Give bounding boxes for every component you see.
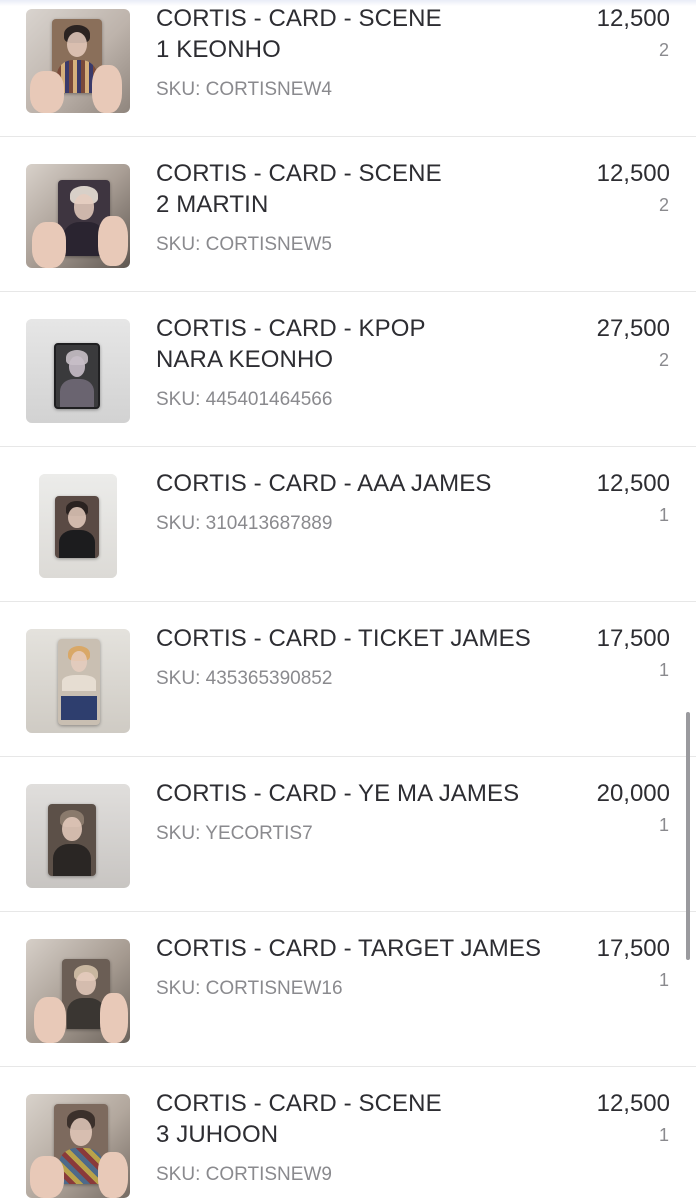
- product-price: 12,500: [596, 470, 670, 497]
- product-price: 12,500: [596, 1090, 670, 1117]
- product-thumbnail[interactable]: [26, 9, 130, 113]
- product-title[interactable]: CORTIS - CARD - KPOP NARA KEONHO: [156, 313, 576, 375]
- product-title[interactable]: CORTIS - CARD - YE MA JAMES: [156, 778, 576, 809]
- product-title[interactable]: CORTIS - CARD - TICKET JAMES: [156, 623, 576, 654]
- product-price: 12,500: [596, 5, 670, 32]
- product-sku: SKU: CORTISNEW5: [156, 234, 332, 255]
- order-item-row[interactable]: CORTIS - CARD - YE MA JAMES SKU: YECORTI…: [0, 757, 696, 912]
- product-sku: SKU: CORTISNEW16: [156, 978, 343, 999]
- order-item-row[interactable]: CORTIS - CARD - SCENE 2 MARTIN SKU: CORT…: [0, 137, 696, 292]
- product-thumbnail[interactable]: [26, 939, 130, 1043]
- product-title[interactable]: CORTIS - CARD - SCENE 2 MARTIN: [156, 158, 576, 220]
- order-item-row[interactable]: CORTIS - CARD - TARGET JAMES SKU: CORTIS…: [0, 912, 696, 1067]
- product-thumbnail[interactable]: [26, 319, 130, 423]
- product-price: 27,500: [596, 315, 670, 342]
- order-item-row[interactable]: CORTIS - CARD - TICKET JAMES SKU: 435365…: [0, 602, 696, 757]
- product-quantity: 1: [658, 1125, 669, 1145]
- product-price: 17,500: [596, 625, 670, 652]
- product-price: 17,500: [596, 935, 670, 962]
- order-item-row[interactable]: CORTIS - CARD - SCENE 1 KEONHO SKU: CORT…: [0, 0, 696, 137]
- order-item-row[interactable]: CORTIS - CARD - SCENE 3 JUHOON SKU: CORT…: [0, 1067, 696, 1200]
- product-quantity: 1: [658, 970, 669, 990]
- product-sku: SKU: 310413687889: [156, 513, 333, 534]
- product-sku: SKU: 435365390852: [156, 668, 333, 689]
- product-sku: SKU: CORTISNEW4: [156, 79, 332, 100]
- product-thumbnail[interactable]: [26, 629, 130, 733]
- order-items-page: CORTIS - CARD - SCENE 1 KEONHO SKU: CORT…: [0, 0, 696, 1200]
- product-quantity: 2: [658, 40, 669, 60]
- product-title[interactable]: CORTIS - CARD - AAA JAMES: [156, 468, 576, 499]
- product-title[interactable]: CORTIS - CARD - SCENE 1 KEONHO: [156, 3, 576, 65]
- product-thumbnail[interactable]: [26, 784, 130, 888]
- order-item-row[interactable]: CORTIS - CARD - AAA JAMES SKU: 310413687…: [0, 447, 696, 602]
- product-sku: SKU: CORTISNEW9: [156, 1164, 332, 1185]
- vertical-scrollbar[interactable]: [686, 712, 690, 960]
- product-quantity: 2: [658, 350, 669, 370]
- product-thumbnail[interactable]: [26, 164, 130, 268]
- product-sku: SKU: 445401464566: [156, 389, 333, 410]
- order-item-row[interactable]: CORTIS - CARD - KPOP NARA KEONHO SKU: 44…: [0, 292, 696, 447]
- product-sku: SKU: YECORTIS7: [156, 823, 313, 844]
- order-item-list: CORTIS - CARD - SCENE 1 KEONHO SKU: CORT…: [0, 0, 696, 1200]
- product-price: 20,000: [596, 780, 670, 807]
- product-price: 12,500: [596, 160, 670, 187]
- product-quantity: 1: [658, 815, 669, 835]
- product-thumbnail[interactable]: [39, 474, 117, 578]
- product-quantity: 2: [658, 195, 669, 215]
- product-title[interactable]: CORTIS - CARD - SCENE 3 JUHOON: [156, 1088, 576, 1150]
- product-thumbnail[interactable]: [26, 1094, 130, 1198]
- product-quantity: 1: [658, 505, 669, 525]
- product-title[interactable]: CORTIS - CARD - TARGET JAMES: [156, 933, 576, 964]
- product-quantity: 1: [658, 660, 669, 680]
